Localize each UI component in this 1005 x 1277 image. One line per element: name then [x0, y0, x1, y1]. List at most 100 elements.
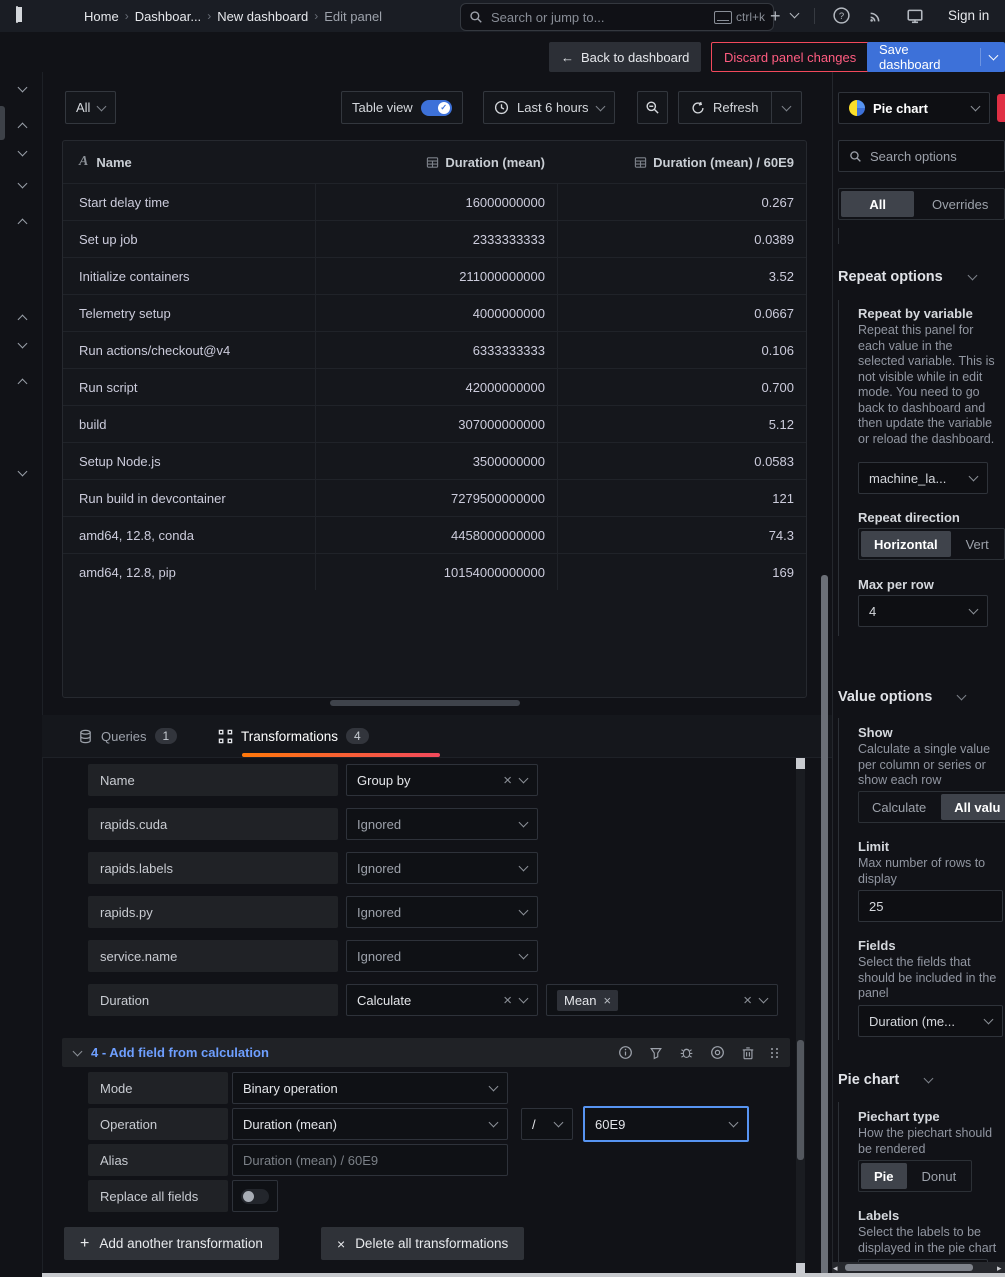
news-rss-icon[interactable] — [868, 7, 885, 24]
mega-menu-toggle-icon[interactable] — [16, 7, 18, 22]
scope-all-option[interactable]: All — [841, 191, 914, 217]
column-header-duration-mean[interactable]: Duration (mean) — [315, 141, 557, 183]
clear-icon[interactable]: × — [503, 992, 512, 1009]
info-icon[interactable] — [618, 1045, 633, 1060]
max-per-row-select[interactable]: 4 — [858, 595, 988, 627]
clear-icon[interactable]: × — [743, 992, 752, 1009]
breadcrumb-home[interactable]: Home — [84, 9, 119, 24]
fields-select[interactable]: Duration (me... — [858, 1005, 1003, 1037]
options-horizontal-scrollbar-thumb[interactable] — [845, 1264, 973, 1271]
save-dashboard-button[interactable]: Save dashboard — [867, 42, 1005, 72]
delete-transformations-button[interactable]: × Delete all transformations — [321, 1227, 524, 1260]
column-header-duration-ratio[interactable]: Duration (mean) / 60E9 — [557, 141, 806, 183]
transformations-scrollbar-thumb[interactable] — [797, 1040, 804, 1160]
options-search-box[interactable]: Search options — [838, 140, 1005, 172]
variable-filter-dropdown[interactable]: All — [65, 91, 116, 124]
scroll-up-arrow[interactable] — [796, 758, 805, 769]
table-row[interactable]: Initialize containers 211000000000 3.52 — [63, 257, 806, 294]
chevron-up-icon[interactable] — [18, 123, 28, 133]
show-calculate-option[interactable]: Calculate — [859, 792, 939, 822]
panel-horizontal-scrollbar[interactable] — [330, 700, 520, 706]
zoom-out-button[interactable] — [637, 91, 668, 124]
cell-duration: 10154000000000 — [315, 554, 557, 590]
monitor-icon[interactable] — [906, 7, 924, 25]
table-row[interactable]: Run actions/checkout@v4 6333333333 0.106 — [63, 331, 806, 368]
calc-alias-input[interactable] — [232, 1144, 508, 1176]
chevron-down-icon[interactable] — [989, 51, 999, 61]
add-transformation-button[interactable]: + Add another transformation — [64, 1227, 279, 1260]
breadcrumb-new-dashboard[interactable]: New dashboard — [217, 9, 308, 24]
groupby-select-duration[interactable]: Calculate × — [346, 984, 538, 1016]
table-view-toggle[interactable]: Table view ✓ — [341, 91, 463, 124]
calc-mode-select[interactable]: Binary operation — [232, 1072, 508, 1104]
groupby-select-rapids-labels[interactable]: Ignored — [346, 852, 538, 884]
pie-chart-options-header[interactable]: Pie chart — [838, 1072, 932, 1088]
transformations-scrollbar[interactable] — [796, 758, 805, 1277]
calc-operand-left-select[interactable]: Duration (mean) — [232, 1108, 508, 1140]
table-row[interactable]: Setup Node.js 3500000000 0.0583 — [63, 442, 806, 479]
replace-all-fields-toggle[interactable] — [232, 1180, 278, 1212]
discard-panel-changes-button[interactable]: Discard panel changes — [711, 42, 869, 72]
clear-icon[interactable]: × — [503, 772, 512, 789]
calc-operator-select[interactable]: / — [521, 1108, 573, 1140]
table-row[interactable]: Run script 42000000000 0.700 — [63, 368, 806, 405]
table-row[interactable]: Start delay time 16000000000 0.267 — [63, 183, 806, 220]
chevron-down-icon[interactable] — [790, 9, 800, 19]
table-row[interactable]: amd64, 12.8, conda 4458000000000 74.3 — [63, 516, 806, 553]
table-row[interactable]: amd64, 12.8, pip 10154000000000 169 — [63, 553, 806, 590]
direction-horizontal-option[interactable]: Horizontal — [861, 531, 951, 557]
tab-queries[interactable]: Queries 1 — [78, 715, 177, 757]
trash-icon[interactable] — [741, 1046, 755, 1060]
breadcrumb-dashboards[interactable]: Dashboar... — [135, 9, 202, 24]
type-donut-option[interactable]: Donut — [909, 1161, 970, 1191]
type-pie-option[interactable]: Pie — [861, 1163, 907, 1189]
drag-handle-icon[interactable] — [771, 1048, 773, 1050]
debug-bug-icon[interactable] — [679, 1045, 694, 1060]
chevron-up-icon[interactable] — [18, 315, 28, 325]
show-all-values-option[interactable]: All valu — [941, 794, 1005, 820]
chevron-down-icon[interactable] — [73, 1046, 83, 1056]
filter-icon[interactable] — [649, 1046, 663, 1060]
table-row[interactable]: Telemetry setup 4000000000 0.0667 — [63, 294, 806, 331]
repeat-options-header[interactable]: Repeat options — [838, 269, 976, 285]
groupby-select-service-name[interactable]: Ignored — [346, 940, 538, 972]
column-header-name[interactable]: A Name — [63, 154, 315, 170]
add-new-button[interactable]: + — [770, 6, 781, 27]
groupby-select-rapids-py[interactable]: Ignored — [346, 896, 538, 928]
remove-tag-icon[interactable]: × — [604, 993, 612, 1008]
tab-transformations[interactable]: Transformations 4 — [218, 715, 369, 757]
rail-drag-handle[interactable] — [0, 106, 5, 140]
table-row[interactable]: Set up job 2333333333 0.0389 — [63, 220, 806, 257]
sign-in-link[interactable]: Sign in — [948, 8, 989, 23]
chevron-down-icon[interactable] — [18, 179, 28, 189]
search-bar[interactable]: ctrl+k — [460, 3, 774, 31]
refresh-interval-dropdown[interactable] — [772, 106, 801, 110]
chevron-down-icon[interactable] — [18, 147, 28, 157]
table-row[interactable]: Run build in devcontainer 7279500000000 … — [63, 479, 806, 516]
toggle-on-switch[interactable]: ✓ — [421, 100, 452, 116]
groupby-select-name[interactable]: Group by × — [346, 764, 538, 796]
chevron-up-icon[interactable] — [18, 379, 28, 389]
chevron-down-icon[interactable] — [18, 339, 28, 349]
refresh-button[interactable]: Refresh — [678, 91, 802, 124]
transformation-section-header[interactable]: 4 - Add field from calculation — [62, 1038, 790, 1067]
calc-operand-right-select[interactable]: 60E9 — [583, 1106, 749, 1142]
repeat-variable-select[interactable]: machine_la... — [858, 462, 988, 494]
direction-vertical-option[interactable]: Vert — [953, 529, 1002, 559]
limit-input[interactable]: 25 — [858, 890, 1003, 922]
back-to-dashboard-button[interactable]: ← Back to dashboard — [549, 42, 701, 72]
search-input[interactable] — [489, 9, 708, 26]
groupby-select-rapids-cuda[interactable]: Ignored — [346, 808, 538, 840]
preview-eye-icon[interactable] — [710, 1045, 725, 1060]
chevron-down-icon[interactable] — [18, 467, 28, 477]
scope-overrides-option[interactable]: Overrides — [916, 189, 1004, 219]
chevron-down-icon[interactable] — [18, 83, 28, 93]
value-options-header[interactable]: Value options — [838, 689, 965, 705]
time-range-picker[interactable]: Last 6 hours — [483, 91, 615, 124]
chevron-up-icon[interactable] — [18, 219, 28, 229]
visualization-picker[interactable]: Pie chart — [838, 92, 990, 124]
options-pane-scrollbar-thumb[interactable] — [821, 575, 828, 1275]
table-row[interactable]: build 307000000000 5.12 — [63, 405, 806, 442]
stat-multiselect-duration[interactable]: Mean× × — [546, 984, 778, 1016]
help-icon[interactable]: ? — [832, 6, 851, 25]
